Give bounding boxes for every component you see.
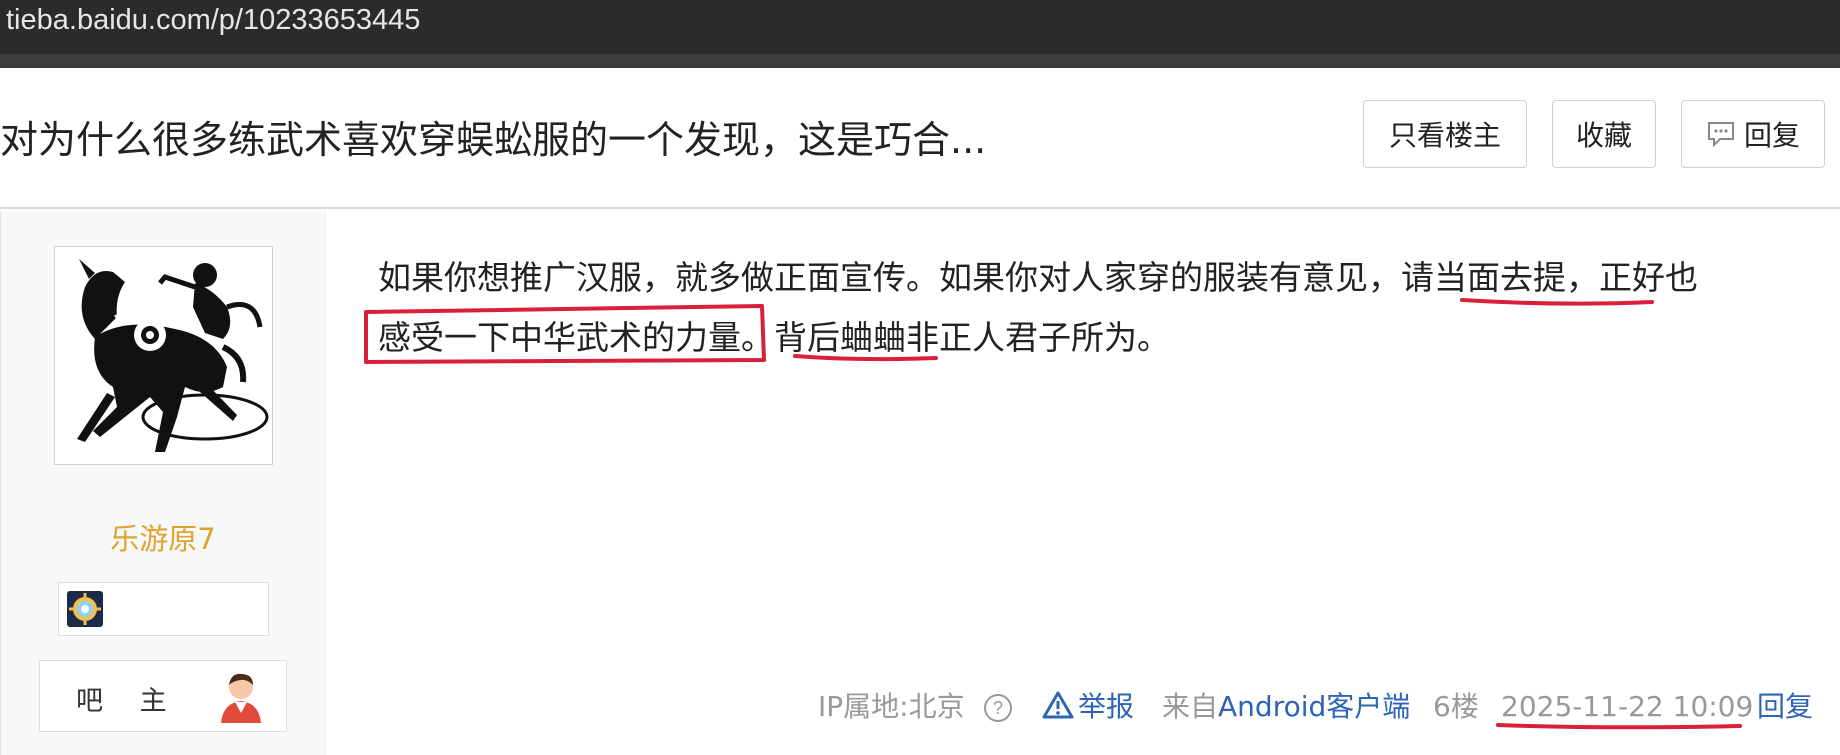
report-link[interactable]: 举报	[1042, 685, 1134, 729]
floor-number: 6楼	[1433, 690, 1479, 723]
client-link[interactable]: Android客户端	[1218, 690, 1410, 723]
ip-location: IP属地:北京	[818, 690, 965, 723]
svg-text:?: ?	[993, 698, 1003, 718]
help-icon[interactable]: ?	[983, 693, 1013, 723]
report-label: 举报	[1078, 690, 1135, 723]
warning-icon	[1042, 691, 1074, 719]
post-source: 来自Android客户端	[1162, 685, 1410, 729]
post-time: 2025-11-22 10:09	[1501, 690, 1754, 723]
post-reply-link[interactable]: 回复	[1757, 685, 1813, 729]
underline-annotation	[793, 354, 938, 362]
source-prefix: 来自	[1162, 690, 1219, 723]
box-annotation	[364, 304, 766, 364]
underline-annotation	[1460, 298, 1654, 306]
annotation-layer	[364, 298, 1742, 730]
